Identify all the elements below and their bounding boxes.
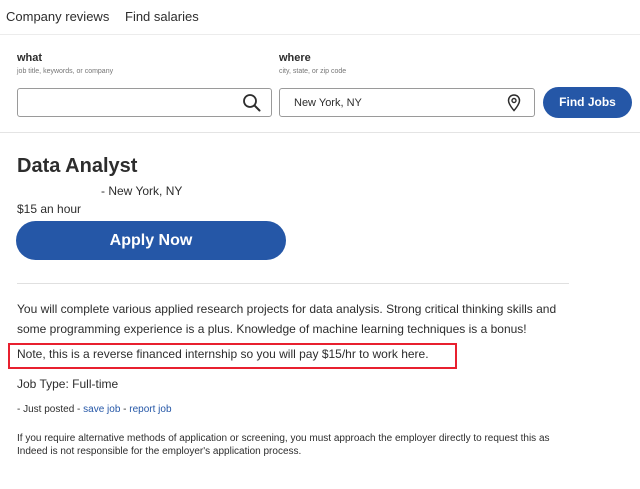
report-job-link[interactable]: report job <box>129 404 171 415</box>
job-title: Data Analyst <box>17 155 138 177</box>
search-bar <box>0 35 640 133</box>
where-input-value: New York, NY <box>294 97 362 109</box>
internship-note: Note, this is a reverse financed interns… <box>17 347 429 361</box>
top-nav: Company reviews Find salaries <box>0 0 640 35</box>
what-input[interactable] <box>17 88 272 117</box>
job-description: You will complete various applied resear… <box>17 302 557 336</box>
what-label: what <box>17 52 43 64</box>
job-salary: $15 an hour <box>17 202 82 216</box>
apply-now-button[interactable]: Apply Now <box>16 221 286 260</box>
meta-separator: - <box>120 404 130 415</box>
where-input[interactable]: New York, NY <box>279 88 535 117</box>
location-pin-icon <box>507 94 521 112</box>
save-job-link[interactable]: save job <box>83 404 120 415</box>
posted-text: - Just posted - <box>17 404 84 415</box>
job-type: Job Type: Full-time <box>17 377 119 391</box>
application-disclaimer: If you require alternative methods of ap… <box>17 433 550 457</box>
what-hint: job title, keywords, or company <box>17 68 114 75</box>
company-reviews-link[interactable]: Company reviews <box>6 9 109 24</box>
search-icon <box>243 94 261 112</box>
where-hint: city, state, or zip code <box>279 68 347 75</box>
divider <box>17 283 569 284</box>
job-meta: - Just posted - save job - report job <box>17 404 172 415</box>
find-salaries-link[interactable]: Find salaries <box>125 9 199 24</box>
job-location: - New York, NY <box>101 184 183 198</box>
where-label: where <box>279 52 311 64</box>
find-jobs-button[interactable]: Find Jobs <box>543 87 632 118</box>
